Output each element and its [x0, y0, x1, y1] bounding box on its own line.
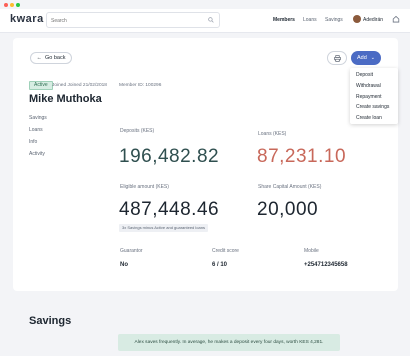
user-name[interactable]: Adedirán: [363, 17, 383, 23]
app-window: kwara Members Loans Savings Adedirán ← G…: [0, 0, 410, 356]
nav-loans[interactable]: Loans: [303, 17, 317, 23]
savings-insight: Alex saves frequently. In average, he ma…: [118, 334, 340, 351]
menu-item-repayment[interactable]: Repayment: [350, 92, 398, 103]
side-nav-activity[interactable]: Activity: [29, 151, 45, 157]
loans-label: Loans (KES): [258, 131, 287, 137]
nav-members[interactable]: Members: [273, 17, 295, 23]
add-menu: Deposit Withdrawal Repayment Create savi…: [350, 68, 398, 124]
deposits-value: 196,482.82: [119, 146, 220, 167]
credit-score-label: Credit score: [212, 248, 239, 254]
guarantor-value: No: [120, 262, 128, 268]
close-window-button[interactable]: [4, 3, 8, 7]
maximize-window-button[interactable]: [16, 3, 20, 7]
side-nav-info[interactable]: Info: [29, 139, 37, 145]
menu-item-withdrawal[interactable]: Withdrawal: [350, 81, 398, 92]
credit-score-value: 6 / 10: [212, 262, 228, 268]
avatar[interactable]: [353, 15, 361, 23]
minimize-window-button[interactable]: [10, 3, 14, 7]
savings-section-title: Savings: [29, 315, 72, 327]
search-icon[interactable]: [208, 17, 214, 23]
loans-value: 87,231.10: [257, 146, 347, 167]
top-bar: kwara Members Loans Savings Adedirán: [0, 9, 410, 33]
print-button[interactable]: [327, 51, 347, 65]
nav-savings[interactable]: Savings: [325, 17, 343, 23]
share-capital-label: Share Capital Amount (KES): [258, 184, 322, 190]
status-badge: Active: [29, 81, 53, 90]
menu-item-create-loan[interactable]: Create loan: [350, 113, 398, 124]
share-capital-value: 20,000: [257, 199, 319, 220]
search-box[interactable]: [46, 12, 220, 28]
eligible-amount-note: 3x Savings minus Active and guaranteed l…: [119, 224, 208, 232]
arrow-left-icon: ←: [36, 55, 43, 61]
window-chrome: [0, 0, 410, 9]
go-back-button[interactable]: ← Go back: [30, 52, 72, 64]
add-label: Add: [357, 55, 367, 61]
menu-item-deposit[interactable]: Deposit: [350, 70, 398, 81]
home-icon[interactable]: [392, 15, 400, 23]
mobile-label: Mobile: [304, 248, 319, 254]
logo[interactable]: kwara: [10, 13, 44, 25]
side-nav-savings[interactable]: Savings: [29, 115, 47, 121]
eligible-amount-value: 487,448.46: [119, 199, 220, 220]
side-nav-loans[interactable]: Loans: [29, 127, 43, 133]
deposits-label: Deposits (KES): [120, 128, 155, 134]
eligible-amount-label: Eligible amount (KES): [120, 184, 169, 190]
add-button[interactable]: Add ⌄: [351, 51, 381, 65]
member-id: Member ID: 100296: [119, 83, 162, 88]
mobile-value: +254712345658: [304, 262, 348, 268]
go-back-label: Go back: [45, 55, 66, 61]
chevron-down-icon: ⌄: [370, 55, 375, 61]
guarantor-label: Guarantor: [120, 248, 143, 254]
search-input[interactable]: [51, 15, 201, 26]
joined-date: Joined Joined 21/02/2018: [52, 83, 107, 88]
printer-icon: [334, 55, 341, 62]
member-name: Mike Muthoka: [29, 93, 102, 105]
menu-item-create-savings[interactable]: Create savings: [350, 102, 398, 113]
